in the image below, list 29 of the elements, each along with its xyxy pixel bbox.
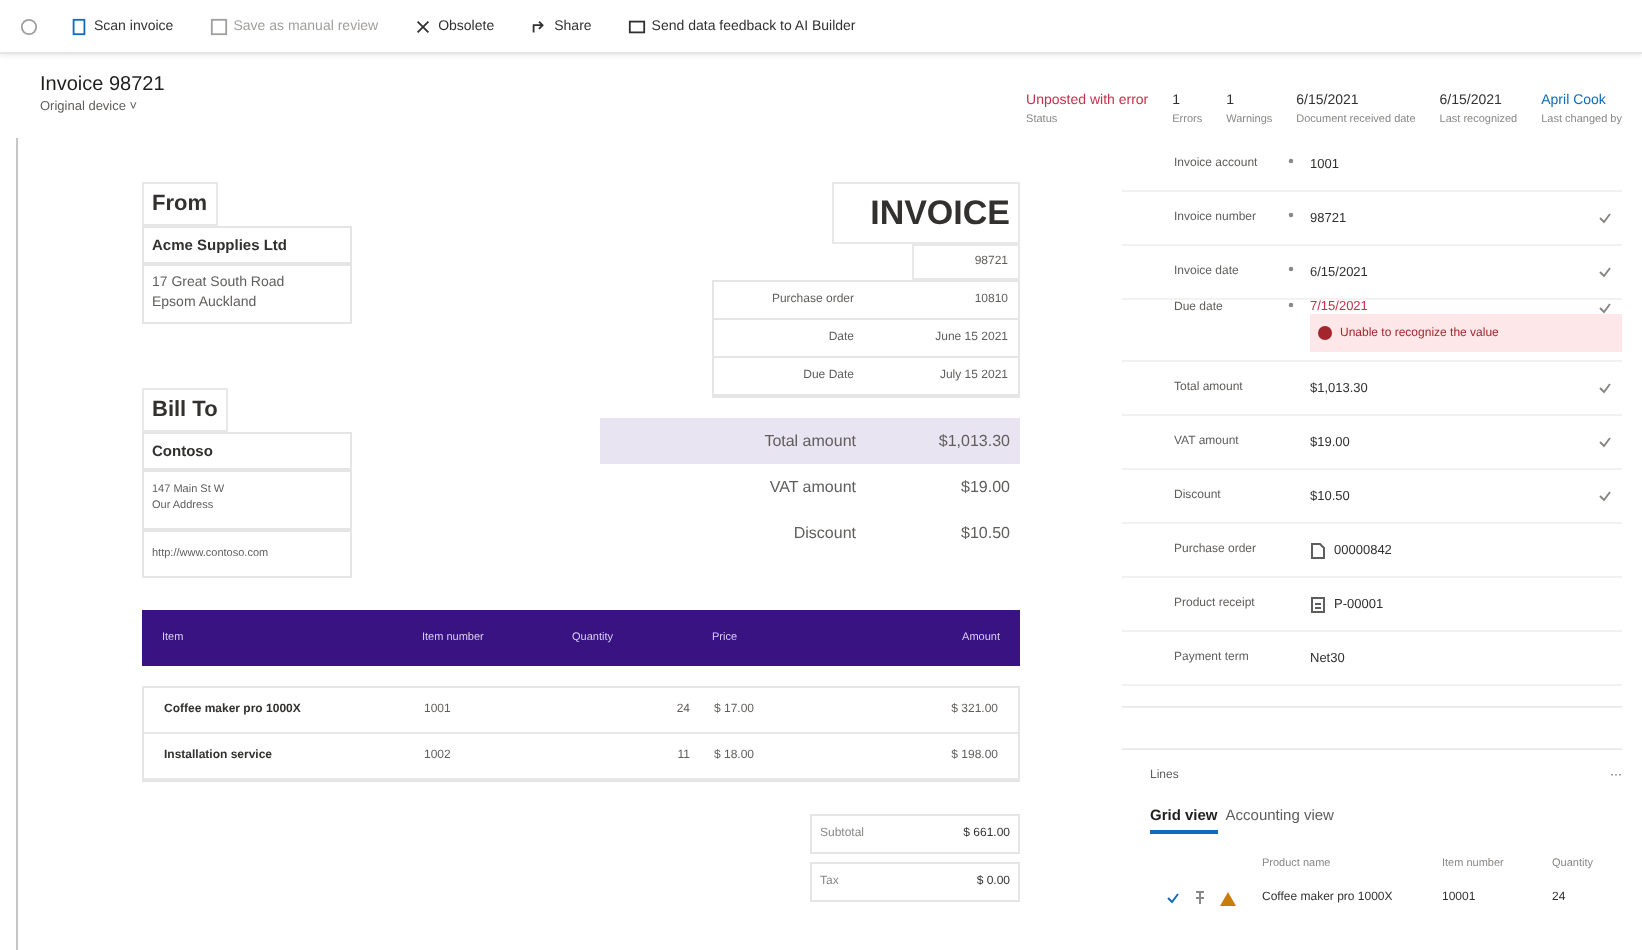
error-icon <box>1318 326 1332 340</box>
check-icon[interactable] <box>1598 212 1612 224</box>
receipt-icon[interactable] <box>1310 595 1326 613</box>
scan-icon <box>70 17 88 35</box>
check-icon[interactable] <box>1598 490 1612 502</box>
required-icon <box>1288 266 1294 272</box>
share-icon <box>530 17 549 35</box>
total-value: $19.00 <box>959 476 1012 500</box>
required-icon <box>1288 158 1294 164</box>
required-icon <box>1288 212 1294 218</box>
required-icon <box>1288 301 1294 307</box>
total-label: Total amount <box>600 418 866 464</box>
bill-to-heading: Bill To <box>142 388 228 433</box>
total-label: Discount <box>791 522 858 546</box>
from-heading: From <box>142 182 217 226</box>
pin-icon[interactable] <box>1194 890 1206 906</box>
total-value: $10.50 <box>959 522 1012 546</box>
check-icon[interactable] <box>1598 382 1612 394</box>
check-icon[interactable] <box>1598 266 1612 278</box>
total-label: VAT amount <box>767 476 858 500</box>
invoice-title: Invoice 98721 <box>40 74 165 96</box>
close-icon <box>414 17 433 35</box>
save-icon <box>209 17 228 35</box>
document-icon[interactable] <box>1310 541 1326 559</box>
check-icon[interactable] <box>1598 301 1612 313</box>
invoice-heading: INVOICE <box>832 182 1020 244</box>
check-icon[interactable] <box>1166 892 1180 904</box>
total-value: $1,013.30 <box>866 418 1020 464</box>
check-icon[interactable] <box>1598 436 1612 448</box>
